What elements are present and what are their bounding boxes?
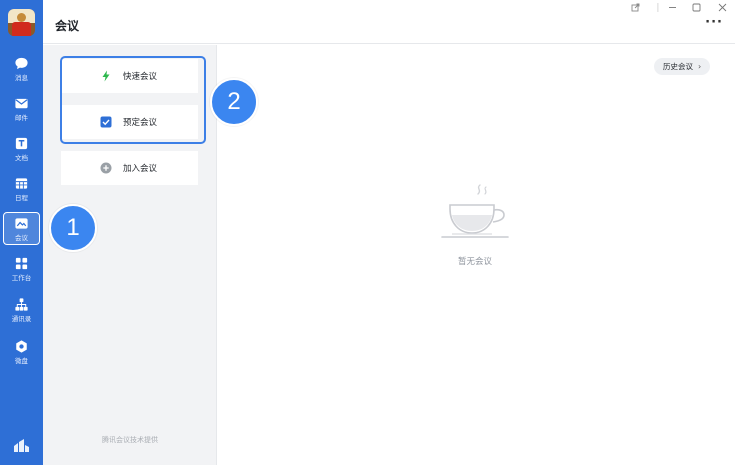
join-meeting-label: 加入会议 — [123, 164, 158, 174]
drive-icon — [16, 340, 27, 353]
plus-circle-icon — [100, 162, 112, 174]
nav-item-mail[interactable]: 邮件 — [0, 90, 43, 128]
contacts-icon — [15, 298, 28, 311]
maximize-button[interactable] — [689, 2, 703, 12]
nav-label: 工作台 — [11, 274, 32, 282]
workbench-icon — [15, 257, 28, 270]
quick-meeting-label: 快速会议 — [123, 72, 158, 82]
meeting-icon — [15, 218, 28, 229]
join-meeting-button[interactable]: 加入会议 — [61, 151, 198, 185]
calendar-icon — [15, 178, 28, 189]
page-title: 会议 — [55, 19, 80, 33]
header: 会议 ··· — [43, 0, 735, 44]
minimize-icon — [668, 6, 676, 8]
avatar[interactable] — [8, 9, 35, 36]
nav-item-drive[interactable]: 微盘 — [0, 333, 43, 371]
nav-label: 会议 — [15, 234, 28, 242]
minimize-button[interactable] — [665, 2, 679, 12]
nav-label: 日程 — [15, 194, 28, 202]
separator — [651, 2, 665, 12]
nav-item-meeting[interactable]: 会议 — [0, 210, 43, 248]
pin-icon — [631, 3, 639, 11]
chat-icon — [15, 57, 28, 70]
schedule-meeting-label: 预定会议 — [123, 118, 158, 128]
empty-state-text: 暂无会议 — [457, 257, 492, 267]
nav-label: 消息 — [15, 74, 28, 82]
nav-item-calendar[interactable]: 日程 — [0, 170, 43, 208]
meeting-actions-panel: 快速会议 预定会议 加入会议 腾讯会议技术提供 — [43, 45, 217, 465]
nav-label: 通讯录 — [11, 315, 32, 323]
nav-label: 文档 — [15, 154, 28, 162]
nav-label: 微盘 — [15, 357, 28, 365]
close-icon — [718, 3, 726, 11]
nav-item-contacts[interactable]: 通讯录 — [0, 291, 43, 329]
quick-meeting-button[interactable]: 快速会议 — [61, 59, 198, 93]
coffee-cup-icon — [441, 184, 509, 238]
document-icon — [15, 137, 28, 150]
callout-badge-2: 2 — [210, 78, 258, 126]
checkbox-icon — [100, 116, 112, 128]
pin-window-button[interactable] — [628, 2, 642, 12]
lightning-icon — [102, 70, 110, 82]
maximize-icon — [692, 3, 700, 11]
left-rail: 消息 邮件 文档 日程 会议 工作台 通讯录 微盘 — [0, 0, 43, 465]
provider-note: 腾讯会议技术提供 — [102, 436, 158, 444]
mail-icon — [15, 98, 28, 109]
schedule-meeting-button[interactable]: 预定会议 — [61, 105, 198, 139]
nav-item-workbench[interactable]: 工作台 — [0, 250, 43, 288]
settings-icon[interactable] — [13, 438, 30, 453]
nav-label: 邮件 — [15, 114, 28, 122]
more-options-button[interactable]: ··· — [705, 15, 723, 30]
history-meetings-button[interactable]: 历史会议 › — [654, 58, 711, 75]
close-button[interactable] — [715, 2, 729, 12]
nav-item-messages[interactable]: 消息 — [0, 50, 43, 88]
nav-item-docs[interactable]: 文档 — [0, 130, 43, 168]
chevron-right-icon: › — [698, 62, 702, 71]
history-meetings-label: 历史会议 — [663, 62, 693, 71]
callout-badge-1: 1 — [49, 204, 97, 252]
